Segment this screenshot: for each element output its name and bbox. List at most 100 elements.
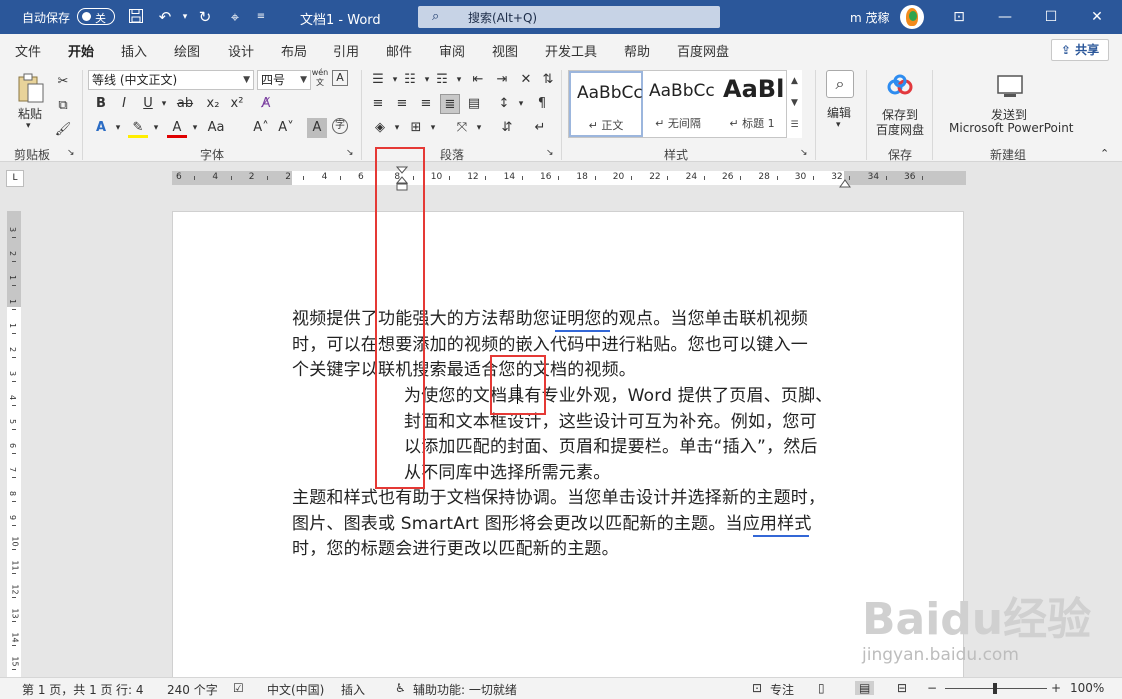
sort-icon[interactable]: ⇅ bbox=[538, 70, 558, 90]
autosave-toggle[interactable]: 关 bbox=[77, 8, 115, 25]
zoom-level[interactable]: 100% bbox=[1070, 681, 1104, 695]
find-icon[interactable]: ⌕ bbox=[826, 70, 854, 98]
tab-references[interactable]: 引用 bbox=[333, 41, 359, 60]
tab-review[interactable]: 审阅 bbox=[439, 41, 465, 60]
format-painter-icon[interactable]: 🖌 bbox=[53, 120, 73, 140]
gallery-more-icon[interactable]: ☰ bbox=[787, 114, 802, 136]
search-box[interactable]: ⌕ 搜索(Alt+Q) bbox=[418, 6, 720, 28]
avatar[interactable] bbox=[900, 5, 924, 29]
shading-dropdown-icon[interactable]: ▾ bbox=[387, 118, 407, 138]
tab-selector[interactable]: L bbox=[6, 170, 24, 187]
read-mode-icon[interactable]: ▯ bbox=[818, 681, 825, 695]
align-right-icon[interactable]: ≡ bbox=[416, 94, 436, 114]
paragraph-3[interactable]: 主题和样式也有助于文档保持协调。当您单击设计并选择新的主题时， 图片、图表或 S… bbox=[292, 486, 825, 563]
style-heading-1[interactable]: AaBl ↵ 标题 1 bbox=[717, 71, 785, 137]
font-name-select[interactable]: 等线 (中文正文) ▼ bbox=[88, 70, 254, 90]
paragraph-1[interactable]: 视频提供了功能强大的方法帮助您证明您的观点。当您单击联机视频 时，可以在想要添加… bbox=[292, 307, 808, 384]
editing-label[interactable]: 编辑 bbox=[827, 104, 851, 121]
close-icon[interactable]: ✕ bbox=[1074, 4, 1120, 30]
paste-label[interactable]: 粘贴 bbox=[18, 105, 42, 122]
font-color-icon[interactable]: A bbox=[167, 118, 187, 138]
paste-dropdown-icon[interactable]: ▾ bbox=[26, 121, 31, 131]
gallery-up-icon[interactable]: ▲ bbox=[787, 70, 802, 92]
font-color-dropdown-icon[interactable]: ▾ bbox=[185, 118, 205, 138]
minimize-icon[interactable]: — bbox=[982, 4, 1028, 30]
change-case-icon[interactable]: Aa bbox=[206, 118, 226, 138]
document-page[interactable]: 视频提供了功能强大的方法帮助您证明您的观点。当您单击联机视频 时，可以在想要添加… bbox=[172, 211, 964, 678]
strikethrough-icon[interactable]: ab bbox=[175, 94, 195, 114]
accessibility-status[interactable]: 辅助功能: 一切就绪 bbox=[413, 681, 517, 698]
styles-launcher-icon[interactable]: ↘ bbox=[800, 148, 808, 158]
zoom-out-icon[interactable]: − bbox=[927, 681, 937, 695]
bold-icon[interactable]: B bbox=[91, 94, 111, 114]
tab-mailings[interactable]: 邮件 bbox=[386, 41, 412, 60]
ribbon-display-icon[interactable]: ⊡ bbox=[936, 4, 982, 30]
italic-icon[interactable]: I bbox=[114, 94, 134, 114]
touch-mode-icon[interactable]: ⌖ bbox=[226, 8, 244, 26]
tab-layout[interactable]: 布局 bbox=[281, 41, 307, 60]
grow-font-icon[interactable]: A˄ bbox=[251, 118, 271, 138]
undo-dropdown-icon[interactable]: ▾ bbox=[176, 8, 194, 26]
accessibility-icon[interactable]: ♿ bbox=[395, 681, 406, 695]
show-marks-icon[interactable]: ¶ bbox=[532, 94, 552, 114]
tab-file[interactable]: 文件 bbox=[15, 41, 41, 60]
web-layout-icon[interactable]: ⊟ bbox=[897, 681, 907, 695]
insert-mode[interactable]: 插入 bbox=[341, 681, 365, 698]
share-button[interactable]: ⇪ 共享 bbox=[1051, 39, 1109, 61]
line-number[interactable]: 行: 4 bbox=[116, 681, 144, 698]
superscript-icon[interactable]: x² bbox=[227, 94, 247, 114]
phonetic-guide-icon[interactable]: wén 文 bbox=[310, 68, 330, 88]
char-border-icon[interactable]: A bbox=[332, 70, 348, 86]
highlight-dropdown-icon[interactable]: ▾ bbox=[146, 118, 166, 138]
save-baidu-label-2[interactable]: 百度网盘 bbox=[876, 121, 924, 138]
language[interactable]: 中文(中国) bbox=[267, 681, 324, 698]
copy-icon[interactable]: ⧉ bbox=[53, 96, 73, 116]
redo-icon[interactable]: ↻ bbox=[196, 8, 214, 26]
underline-dropdown-icon[interactable]: ▾ bbox=[154, 94, 174, 114]
paragraph-mark-icon[interactable]: ↵ bbox=[530, 118, 550, 138]
zoom-slider-thumb[interactable] bbox=[993, 683, 997, 694]
subscript-icon[interactable]: x₂ bbox=[203, 94, 223, 114]
clear-format-icon[interactable]: A̸ bbox=[256, 94, 276, 114]
undo-icon[interactable]: ↶ bbox=[156, 8, 174, 26]
shrink-font-icon[interactable]: A˅ bbox=[276, 118, 296, 138]
tab-home[interactable]: 开始 bbox=[65, 41, 97, 67]
focus-icon[interactable]: ⊡ bbox=[752, 681, 762, 695]
vertical-ruler[interactable]: 321112345678910111213141516 bbox=[7, 211, 21, 699]
line-spacing-dropdown-icon[interactable]: ▾ bbox=[511, 94, 531, 114]
focus-label[interactable]: 专注 bbox=[770, 681, 794, 698]
user-name[interactable]: m 茂稼 bbox=[850, 9, 890, 26]
editing-dropdown-icon[interactable]: ▾ bbox=[836, 120, 841, 130]
chinese-layout-icon[interactable]: ✕ bbox=[516, 70, 536, 90]
char-shading-icon[interactable]: A bbox=[307, 118, 327, 138]
proofing-icon[interactable]: ☑ bbox=[233, 681, 244, 695]
page-count[interactable]: 第 1 页，共 1 页 bbox=[22, 681, 113, 698]
paragraph-2-indented[interactable]: 为使您的文档具有专业外观，Word 提供了页眉、页脚、 封面和文本框设计，这些设… bbox=[404, 384, 833, 486]
paste-icon[interactable] bbox=[15, 72, 47, 104]
text-direction-icon[interactable]: ⇵ bbox=[497, 118, 517, 138]
customize-toolbar-icon[interactable]: ≡ bbox=[252, 8, 270, 26]
send-ppt-label-2[interactable]: Microsoft PowerPoint bbox=[949, 121, 1074, 135]
cut-icon[interactable]: ✂ bbox=[53, 72, 73, 92]
zoom-in-icon[interactable]: + bbox=[1051, 681, 1061, 695]
multilevel-dropdown-icon[interactable]: ▾ bbox=[449, 70, 469, 90]
tab-baidu-netdisk[interactable]: 百度网盘 bbox=[677, 41, 729, 60]
distributed-icon[interactable]: ▤ bbox=[464, 94, 484, 114]
right-indent-marker[interactable] bbox=[839, 176, 851, 188]
print-layout-icon[interactable]: ▤ bbox=[855, 681, 875, 695]
clipboard-launcher-icon[interactable]: ↘ bbox=[67, 148, 75, 158]
maximize-icon[interactable]: ☐ bbox=[1028, 4, 1074, 30]
tab-view[interactable]: 视图 bbox=[492, 41, 518, 60]
style-no-spacing[interactable]: AaBbCcI ↵ 无间隔 bbox=[643, 71, 717, 137]
justify-icon[interactable]: ≣ bbox=[440, 94, 460, 114]
gallery-scroll[interactable]: ▲ ▼ ☰ bbox=[786, 70, 802, 138]
baidu-netdisk-icon[interactable] bbox=[886, 74, 914, 100]
enclose-char-icon[interactable]: 字 bbox=[332, 118, 348, 134]
tab-insert[interactable]: 插入 bbox=[121, 41, 147, 60]
decrease-indent-icon[interactable]: ⇤ bbox=[468, 70, 488, 90]
increase-indent-icon[interactable]: ⇥ bbox=[492, 70, 512, 90]
font-launcher-icon[interactable]: ↘ bbox=[346, 148, 354, 158]
tab-developer[interactable]: 开发工具 bbox=[545, 41, 597, 60]
gallery-down-icon[interactable]: ▼ bbox=[787, 92, 802, 114]
tab-design[interactable]: 设计 bbox=[228, 41, 254, 60]
